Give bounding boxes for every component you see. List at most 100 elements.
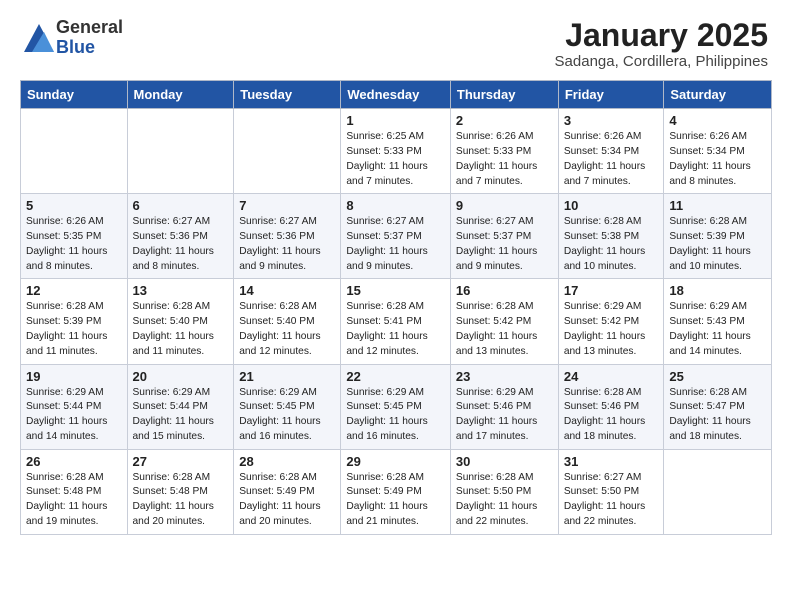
- day-number: 15: [346, 283, 445, 298]
- calendar-cell: 12Sunrise: 6:28 AM Sunset: 5:39 PM Dayli…: [21, 279, 128, 364]
- calendar-cell: 4Sunrise: 6:26 AM Sunset: 5:34 PM Daylig…: [664, 109, 772, 194]
- calendar-cell: 24 Sunrise: 6:28 AM Sunset: 5:46 PM Dayli…: [558, 364, 664, 449]
- day-number: 7: [239, 198, 335, 213]
- day-number: 22: [346, 369, 445, 384]
- day-info: Sunrise: 6:28 AM Sunset: 5:39 PM Dayligh…: [26, 300, 122, 359]
- day-number: 29: [346, 454, 445, 469]
- calendar-cell: 2Sunrise: 6:26 AM Sunset: 5:33 PM Daylig…: [450, 109, 558, 194]
- calendar-cell: 18 Sunrise: 6:29 AM Sunset: 5:43 PM Dayli…: [664, 279, 772, 364]
- page: General Blue January 2025 Sadanga, Cordi…: [0, 0, 792, 612]
- calendar-cell: 17 Sunrise: 6:29 AM Sunset: 5:42 PM Dayli…: [558, 279, 664, 364]
- day-info: Sunrise: 6:27 AM Sunset: 5:37 PM Dayligh…: [456, 215, 553, 274]
- calendar-cell: 15 Sunrise: 6:28 AM Sunset: 5:41 PM Dayli…: [341, 279, 451, 364]
- day-info: Sunrise: 6:28 AM Sunset: 5:39 PM Dayligh…: [669, 215, 766, 274]
- day-info: Sunrise: 6:27 AM Sunset: 5:50 PM Dayligh…: [564, 471, 659, 530]
- day-number: 24: [564, 369, 659, 384]
- location-subtitle: Sadanga, Cordillera, Philippines: [555, 53, 768, 70]
- day-info: Sunrise: 6:29 AM Sunset: 5:43 PM Dayligh…: [669, 300, 766, 359]
- day-number: 6: [133, 198, 229, 213]
- day-number: 8: [346, 198, 445, 213]
- day-number: 30: [456, 454, 553, 469]
- calendar-cell: 21Sunrise: 6:29 AM Sunset: 5:45 PM Dayli…: [234, 364, 341, 449]
- day-info: Sunrise: 6:29 AM Sunset: 5:42 PM Dayligh…: [564, 300, 659, 359]
- day-info: Sunrise: 6:28 AM Sunset: 5:49 PM Dayligh…: [346, 471, 445, 530]
- day-info: Sunrise: 6:29 AM Sunset: 5:45 PM Dayligh…: [239, 386, 335, 445]
- calendar-cell: 8 Sunrise: 6:27 AM Sunset: 5:37 PM Daylig…: [341, 194, 451, 279]
- calendar-cell: 14 Sunrise: 6:28 AM Sunset: 5:40 PM Dayli…: [234, 279, 341, 364]
- day-info: Sunrise: 6:28 AM Sunset: 5:40 PM Dayligh…: [133, 300, 229, 359]
- month-title: January 2025: [555, 18, 768, 53]
- logo-text: General Blue: [56, 18, 123, 58]
- calendar-table: SundayMondayTuesdayWednesdayThursdayFrid…: [20, 80, 772, 535]
- day-number: 18: [669, 283, 766, 298]
- calendar-body: 1Sunrise: 6:25 AM Sunset: 5:33 PM Daylig…: [21, 109, 772, 535]
- day-number: 28: [239, 454, 335, 469]
- calendar-week-4: 19 Sunrise: 6:29 AM Sunset: 5:44 PM Dayli…: [21, 364, 772, 449]
- day-info: Sunrise: 6:28 AM Sunset: 5:47 PM Dayligh…: [669, 386, 766, 445]
- day-info: Sunrise: 6:28 AM Sunset: 5:41 PM Dayligh…: [346, 300, 445, 359]
- calendar-cell: 1Sunrise: 6:25 AM Sunset: 5:33 PM Daylig…: [341, 109, 451, 194]
- day-number: 9: [456, 198, 553, 213]
- day-info: Sunrise: 6:28 AM Sunset: 5:49 PM Dayligh…: [239, 471, 335, 530]
- day-info: Sunrise: 6:27 AM Sunset: 5:37 PM Dayligh…: [346, 215, 445, 274]
- day-number: 11: [669, 198, 766, 213]
- day-info: Sunrise: 6:28 AM Sunset: 5:50 PM Dayligh…: [456, 471, 553, 530]
- day-number: 16: [456, 283, 553, 298]
- calendar-cell: 19 Sunrise: 6:29 AM Sunset: 5:44 PM Dayli…: [21, 364, 128, 449]
- title-block: January 2025 Sadanga, Cordillera, Philip…: [555, 18, 768, 70]
- day-number: 27: [133, 454, 229, 469]
- logo-icon: [24, 24, 54, 52]
- calendar-cell: 28 Sunrise: 6:28 AM Sunset: 5:49 PM Dayli…: [234, 449, 341, 534]
- calendar-cell: 11 Sunrise: 6:28 AM Sunset: 5:39 PM Dayli…: [664, 194, 772, 279]
- day-info: Sunrise: 6:28 AM Sunset: 5:38 PM Dayligh…: [564, 215, 659, 274]
- logo: General Blue: [24, 18, 123, 58]
- calendar-cell: 6 Sunrise: 6:27 AM Sunset: 5:36 PM Daylig…: [127, 194, 234, 279]
- day-number: 20: [133, 369, 229, 384]
- day-header-thursday: Thursday: [450, 81, 558, 109]
- calendar-cell: 31 Sunrise: 6:27 AM Sunset: 5:50 PM Dayli…: [558, 449, 664, 534]
- day-header-friday: Friday: [558, 81, 664, 109]
- logo-general-label: General: [56, 18, 123, 38]
- day-info: Sunrise: 6:28 AM Sunset: 5:42 PM Dayligh…: [456, 300, 553, 359]
- day-info: Sunrise: 6:26 AM Sunset: 5:33 PM Dayligh…: [456, 130, 553, 189]
- day-info: Sunrise: 6:29 AM Sunset: 5:44 PM Dayligh…: [26, 386, 122, 445]
- calendar-cell: [127, 109, 234, 194]
- day-number: 23: [456, 369, 553, 384]
- header: General Blue January 2025 Sadanga, Cordi…: [0, 0, 792, 80]
- day-number: 25: [669, 369, 766, 384]
- day-info: Sunrise: 6:28 AM Sunset: 5:48 PM Dayligh…: [26, 471, 122, 530]
- calendar-cell: [664, 449, 772, 534]
- calendar-cell: 10 Sunrise: 6:28 AM Sunset: 5:38 PM Dayli…: [558, 194, 664, 279]
- calendar-cell: 26 Sunrise: 6:28 AM Sunset: 5:48 PM Dayli…: [21, 449, 128, 534]
- calendar-week-3: 12Sunrise: 6:28 AM Sunset: 5:39 PM Dayli…: [21, 279, 772, 364]
- day-info: Sunrise: 6:27 AM Sunset: 5:36 PM Dayligh…: [239, 215, 335, 274]
- logo-blue-label: Blue: [56, 38, 123, 58]
- calendar-week-2: 5Sunrise: 6:26 AM Sunset: 5:35 PM Daylig…: [21, 194, 772, 279]
- day-info: Sunrise: 6:27 AM Sunset: 5:36 PM Dayligh…: [133, 215, 229, 274]
- day-info: Sunrise: 6:25 AM Sunset: 5:33 PM Dayligh…: [346, 130, 445, 189]
- day-number: 10: [564, 198, 659, 213]
- day-header-wednesday: Wednesday: [341, 81, 451, 109]
- calendar-cell: 25 Sunrise: 6:28 AM Sunset: 5:47 PM Dayli…: [664, 364, 772, 449]
- day-number: 17: [564, 283, 659, 298]
- day-number: 13: [133, 283, 229, 298]
- calendar-week-1: 1Sunrise: 6:25 AM Sunset: 5:33 PM Daylig…: [21, 109, 772, 194]
- day-number: 4: [669, 113, 766, 128]
- day-info: Sunrise: 6:28 AM Sunset: 5:46 PM Dayligh…: [564, 386, 659, 445]
- day-header-monday: Monday: [127, 81, 234, 109]
- day-info: Sunrise: 6:28 AM Sunset: 5:48 PM Dayligh…: [133, 471, 229, 530]
- day-info: Sunrise: 6:28 AM Sunset: 5:40 PM Dayligh…: [239, 300, 335, 359]
- calendar-cell: 5Sunrise: 6:26 AM Sunset: 5:35 PM Daylig…: [21, 194, 128, 279]
- day-number: 31: [564, 454, 659, 469]
- calendar-cell: 16 Sunrise: 6:28 AM Sunset: 5:42 PM Dayli…: [450, 279, 558, 364]
- day-number: 14: [239, 283, 335, 298]
- calendar-cell: 23 Sunrise: 6:29 AM Sunset: 5:46 PM Dayli…: [450, 364, 558, 449]
- day-info: Sunrise: 6:29 AM Sunset: 5:46 PM Dayligh…: [456, 386, 553, 445]
- day-number: 19: [26, 369, 122, 384]
- calendar-cell: 13 Sunrise: 6:28 AM Sunset: 5:40 PM Dayli…: [127, 279, 234, 364]
- day-number: 5: [26, 198, 122, 213]
- day-number: 26: [26, 454, 122, 469]
- day-number: 3: [564, 113, 659, 128]
- day-info: Sunrise: 6:26 AM Sunset: 5:34 PM Dayligh…: [564, 130, 659, 189]
- calendar-cell: 29 Sunrise: 6:28 AM Sunset: 5:49 PM Dayli…: [341, 449, 451, 534]
